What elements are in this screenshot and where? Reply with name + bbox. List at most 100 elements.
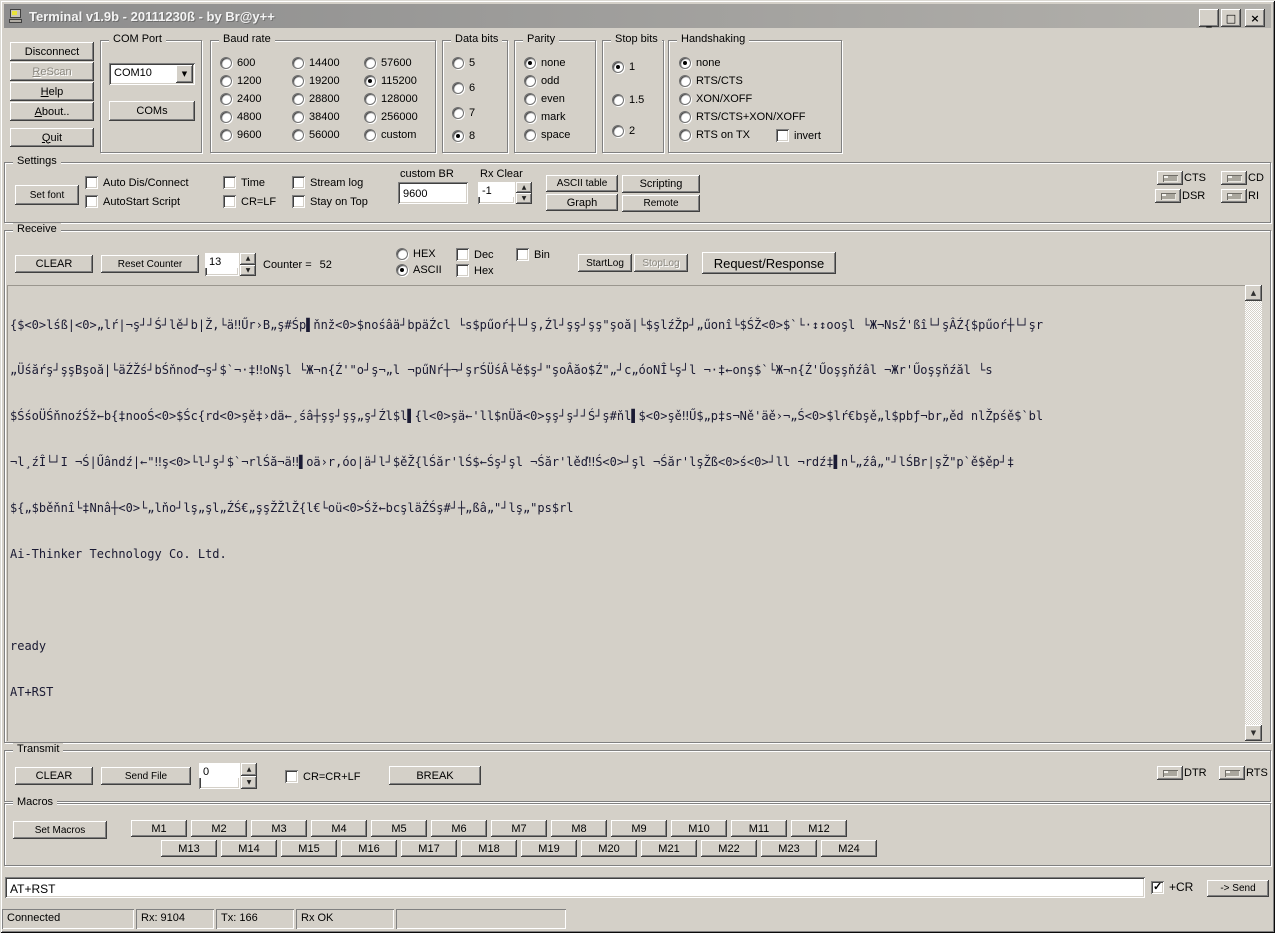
- spin-up-icon[interactable]: ▲: [240, 253, 256, 265]
- baud-option-9600[interactable]: 9600: [220, 129, 261, 141]
- coms-button[interactable]: COMs: [109, 101, 195, 121]
- baud-option-19200[interactable]: 19200: [292, 75, 340, 87]
- view-dec-checkbox[interactable]: Dec: [456, 248, 494, 261]
- baud-option-600[interactable]: 600: [220, 57, 255, 69]
- receive-clear-button[interactable]: CLEAR: [15, 255, 93, 273]
- scroll-down-icon[interactable]: ▼: [1245, 725, 1262, 741]
- data-bits-5[interactable]: 5: [452, 57, 475, 69]
- break-button[interactable]: BREAK: [389, 766, 481, 785]
- macro-m8-button[interactable]: M8: [551, 820, 607, 837]
- rts-led[interactable]: [1219, 766, 1245, 780]
- send-cr-checkbox[interactable]: +CR: [1151, 880, 1193, 894]
- disconnect-button[interactable]: Disconnect: [10, 42, 94, 61]
- startlog-button[interactable]: StartLog: [578, 254, 632, 272]
- macro-m15-button[interactable]: M15: [281, 840, 337, 857]
- baud-option-256000[interactable]: 256000: [364, 111, 418, 123]
- parity-mark[interactable]: mark: [524, 111, 565, 123]
- rescan-button[interactable]: ReScan: [10, 62, 94, 81]
- graph-button[interactable]: Graph: [546, 194, 618, 211]
- set-font-button[interactable]: Set font: [15, 185, 79, 205]
- baud-option-14400[interactable]: 14400: [292, 57, 340, 69]
- spin-up-icon[interactable]: ▲: [516, 182, 532, 193]
- stay-on-top-checkbox[interactable]: Stay on Top: [292, 195, 368, 208]
- macro-m5-button[interactable]: M5: [371, 820, 427, 837]
- custom-br-input[interactable]: [398, 182, 468, 204]
- scroll-up-icon[interactable]: ▲: [1245, 285, 1262, 301]
- macro-m24-button[interactable]: M24: [821, 840, 877, 857]
- custom-br-field[interactable]: [398, 182, 468, 204]
- macro-m6-button[interactable]: M6: [431, 820, 487, 837]
- handshake-xonxoff[interactable]: XON/XOFF: [679, 93, 752, 105]
- about-button[interactable]: About..: [10, 102, 94, 121]
- transmit-spinner[interactable]: ▲▼: [199, 763, 257, 789]
- help-button[interactable]: Help: [10, 82, 94, 101]
- data-bits-8[interactable]: 8: [452, 130, 475, 142]
- stream-log-checkbox[interactable]: Stream log: [292, 176, 363, 189]
- handshake-none[interactable]: none: [679, 57, 720, 69]
- stop-bits-1.5[interactable]: 1.5: [612, 94, 644, 106]
- mode-ascii-radio[interactable]: ASCII: [396, 264, 442, 276]
- spin-down-icon[interactable]: ▼: [241, 776, 257, 789]
- macro-m12-button[interactable]: M12: [791, 820, 847, 837]
- send-input[interactable]: [5, 877, 1145, 898]
- baud-option-custom[interactable]: custom: [364, 129, 416, 141]
- mode-hex-radio[interactable]: HEX: [396, 248, 436, 260]
- macro-m18-button[interactable]: M18: [461, 840, 517, 857]
- macro-m21-button[interactable]: M21: [641, 840, 697, 857]
- spin-up-icon[interactable]: ▲: [241, 763, 257, 776]
- close-button[interactable]: ×: [1245, 9, 1265, 27]
- scripting-button[interactable]: Scripting: [622, 175, 700, 193]
- quit-button[interactable]: Quit: [10, 128, 94, 147]
- combo-dropdown-icon[interactable]: ▼: [176, 65, 193, 83]
- crcrlf-checkbox[interactable]: CR=CR+LF: [285, 770, 360, 783]
- baud-option-28800[interactable]: 28800: [292, 93, 340, 105]
- macro-m13-button[interactable]: M13: [161, 840, 217, 857]
- macro-m16-button[interactable]: M16: [341, 840, 397, 857]
- macro-m7-button[interactable]: M7: [491, 820, 547, 837]
- baud-option-128000[interactable]: 128000: [364, 93, 418, 105]
- handshake-rtscts[interactable]: RTS/CTS: [679, 75, 743, 87]
- macro-m4-button[interactable]: M4: [311, 820, 367, 837]
- macro-m1-button[interactable]: M1: [131, 820, 187, 837]
- rx-clear-input[interactable]: [478, 182, 515, 197]
- parity-odd[interactable]: odd: [524, 75, 559, 87]
- receive-scrollbar[interactable]: ▲ ▼: [1245, 285, 1262, 741]
- stop-bits-1[interactable]: 1: [612, 61, 635, 73]
- ascii-table-button[interactable]: ASCII table: [546, 175, 618, 192]
- macro-m14-button[interactable]: M14: [221, 840, 277, 857]
- baud-option-38400[interactable]: 38400: [292, 111, 340, 123]
- view-hex-checkbox[interactable]: Hex: [456, 264, 494, 277]
- baud-option-4800[interactable]: 4800: [220, 111, 261, 123]
- macro-m9-button[interactable]: M9: [611, 820, 667, 837]
- baud-option-2400[interactable]: 2400: [220, 93, 261, 105]
- rx-clear-spinner[interactable]: ▲▼: [478, 182, 532, 204]
- baud-option-56000[interactable]: 56000: [292, 129, 340, 141]
- macro-m22-button[interactable]: M22: [701, 840, 757, 857]
- macro-m19-button[interactable]: M19: [521, 840, 577, 857]
- handshake-both[interactable]: RTS/CTS+XON/XOFF: [679, 111, 806, 123]
- auto-disconnect-checkbox[interactable]: Auto Dis/Connect: [85, 176, 189, 189]
- data-bits-7[interactable]: 7: [452, 107, 475, 119]
- com-port-combobox[interactable]: COM10 ▼: [109, 63, 195, 85]
- time-checkbox[interactable]: Time: [223, 176, 265, 189]
- maximize-button[interactable]: □: [1221, 9, 1241, 27]
- crlf-checkbox[interactable]: CR=LF: [223, 195, 276, 208]
- request-response-button[interactable]: Request/Response: [702, 252, 836, 274]
- parity-none[interactable]: none: [524, 57, 565, 69]
- data-bits-6[interactable]: 6: [452, 82, 475, 94]
- handshake-rtsontx[interactable]: RTS on TX: [679, 129, 750, 141]
- macro-m3-button[interactable]: M3: [251, 820, 307, 837]
- send-file-button[interactable]: Send File: [101, 767, 191, 785]
- macro-m2-button[interactable]: M2: [191, 820, 247, 837]
- minimize-button[interactable]: _: [1199, 9, 1219, 28]
- dtr-led[interactable]: [1157, 766, 1183, 780]
- set-macros-button[interactable]: Set Macros: [13, 821, 107, 839]
- macro-m11-button[interactable]: M11: [731, 820, 787, 837]
- spin-down-icon[interactable]: ▼: [240, 264, 256, 276]
- receive-terminal[interactable]: {$<0>lśß|<0>„lŕ|¬ş┘┘Ś┘lě┘b|Ž,└ä‼Űr›B„ş#Ś…: [7, 285, 1245, 741]
- macro-m10-button[interactable]: M10: [671, 820, 727, 837]
- lines-spinner[interactable]: ▲▼: [205, 253, 256, 276]
- reset-counter-button[interactable]: Reset Counter: [101, 255, 199, 273]
- autostart-script-checkbox[interactable]: AutoStart Script: [85, 195, 180, 208]
- view-bin-checkbox[interactable]: Bin: [516, 248, 550, 261]
